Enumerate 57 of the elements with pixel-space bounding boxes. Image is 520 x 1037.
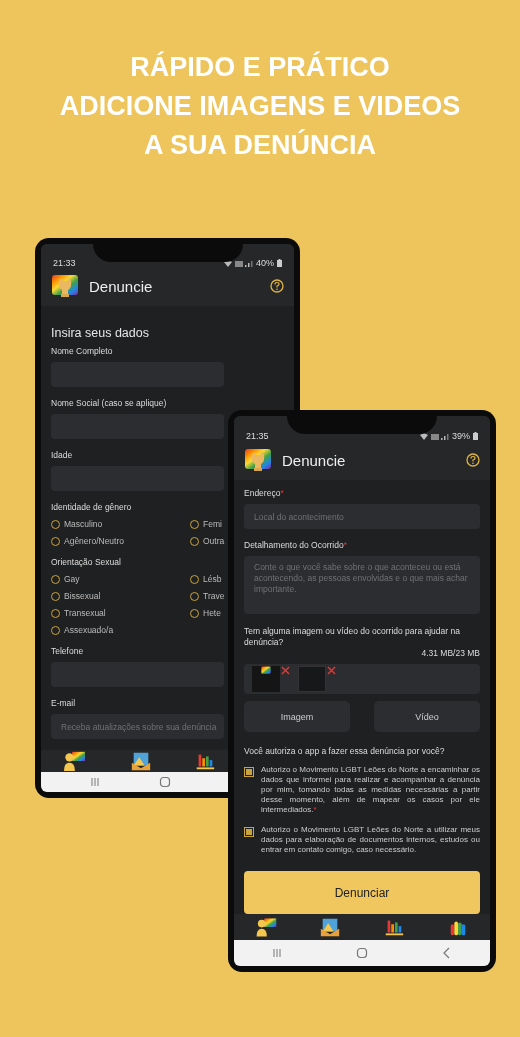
question-text: Você autoriza o app a fazer essa denúncia por você? — [244, 746, 446, 758]
picture-icon[interactable] — [129, 750, 153, 772]
home-icon[interactable] — [159, 776, 171, 788]
radio-label: Transexual — [64, 608, 106, 618]
field-label: Orientação Sexual — [51, 557, 122, 568]
app-title: Denuncie — [282, 451, 347, 469]
battery-level: 40% — [256, 258, 274, 268]
section-heading: Insira seus dados — [51, 326, 150, 340]
field-label: Idade — [51, 450, 74, 461]
radio-label: Trave — [203, 591, 225, 601]
help-icon[interactable] — [466, 453, 480, 468]
radio-label: Agênero/Neutro — [64, 536, 124, 546]
field-label: Endereço* — [244, 488, 285, 500]
person-flag-icon[interactable] — [254, 916, 278, 939]
radio-label: Outra — [203, 536, 225, 546]
radio-label: Bissexual — [64, 591, 101, 601]
wifi-signal-icon — [419, 431, 449, 441]
battery-icon — [473, 432, 478, 441]
field-label: Telefone — [51, 646, 85, 657]
wifi-signal-icon — [223, 258, 253, 268]
field-label: Nome Social (caso se aplique) — [51, 398, 168, 409]
close-icon[interactable] — [327, 666, 336, 676]
app-title: Denuncie — [89, 277, 154, 295]
upload-button[interactable]: Vídeo — [374, 701, 480, 733]
radio-label: Masculino — [64, 519, 103, 529]
consent-text: Autorizo o Movimento LGBT Leões do Norte a utilizar meus dados para elaboração de documentos internos, estudos ou entrar em contato comigo, caso necessário. — [261, 825, 480, 856]
help-icon[interactable] — [270, 279, 284, 293]
consent-text: Autorizo o Movimento LGBT Leões do Norte a encaminhar os dados que informei para realizar e acompanhar a denúncia por mim, tomando todas as medidas necessárias a partir desse momento, além de mapear os casos por ele intermediados.* — [261, 765, 480, 816]
field-label: E-mail — [51, 698, 77, 709]
field-label: Identidade de gênero — [51, 502, 133, 513]
headline-text: A SUA DENÚNCIA — [144, 128, 376, 162]
battery-level: 39% — [452, 431, 470, 442]
radio-label: Gay — [64, 574, 80, 584]
image-thumbnail[interactable] — [252, 666, 280, 693]
radio-label: Hete — [203, 608, 221, 618]
field-label: Detalhamento do Ocorrido* — [244, 540, 348, 552]
checkbox[interactable] — [244, 827, 254, 838]
question-text: Tem alguma imagem ou vídeo do ocorrido para ajudar na denúncia? — [244, 626, 461, 649]
status-time: 21:35 — [246, 431, 269, 442]
battery-icon — [277, 259, 282, 267]
file-size-text: 4.31 MB/23 MB — [420, 648, 480, 659]
submit-button[interactable]: Denunciar — [244, 871, 480, 915]
field-label: Nome Completo — [51, 346, 114, 357]
checkbox[interactable] — [244, 767, 254, 778]
status-time: 21:33 — [53, 258, 76, 268]
lion-logo-icon — [51, 274, 79, 298]
radio-label: Assexuado/a — [64, 625, 114, 635]
radio-label: Lésb — [203, 574, 222, 584]
home-icon[interactable] — [356, 947, 368, 960]
picture-icon[interactable] — [318, 916, 342, 939]
headline-text: RÁPIDO E PRÁTICO — [130, 50, 390, 84]
close-icon[interactable] — [281, 666, 290, 676]
radio-label: Femi — [203, 519, 222, 529]
headline-text: ADICIONE IMAGENS E VIDEOS — [59, 90, 461, 123]
screenshot-thumbnail[interactable] — [298, 666, 326, 693]
upload-button[interactable]: Imagem — [244, 701, 350, 733]
lion-logo-icon — [244, 448, 272, 473]
